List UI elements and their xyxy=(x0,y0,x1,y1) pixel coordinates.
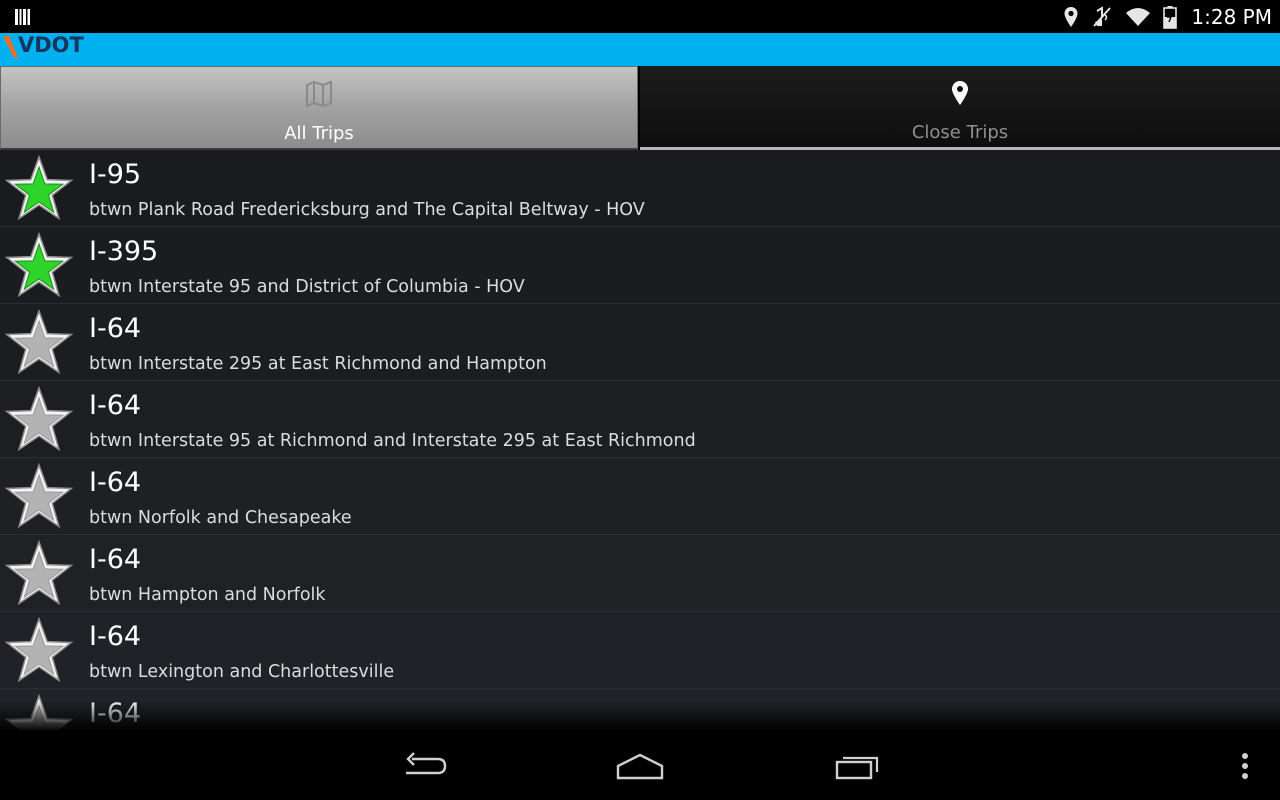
trip-description: btwn Plank Road Fredericksburg and The C… xyxy=(89,200,645,220)
trip-route: I-64 xyxy=(89,544,142,575)
tab-all-trips[interactable]: All Trips xyxy=(0,66,638,150)
home-button[interactable] xyxy=(610,748,670,784)
trip-description: btwn Lexington and Charlottesville xyxy=(89,662,395,682)
logo-text: VDOT xyxy=(18,33,84,57)
trip-route: I-95 xyxy=(89,159,142,190)
favorite-star-icon[interactable] xyxy=(4,539,74,607)
tab-all-trips-label: All Trips xyxy=(284,123,354,144)
trip-description: btwn Norfolk and Chesapeake xyxy=(89,508,352,528)
trip-route: I-64 xyxy=(89,390,142,421)
tab-bar: All Trips Close Trips xyxy=(0,66,1280,150)
star-fill-default xyxy=(13,704,65,730)
app-header: VDOT xyxy=(0,33,1280,66)
trip-route: I-64 xyxy=(89,467,142,498)
tab-close-trips[interactable]: Close Trips xyxy=(640,66,1280,150)
status-icons: 1:28 PM xyxy=(1063,0,1272,33)
favorite-star-icon[interactable] xyxy=(4,693,74,730)
recent-apps-button[interactable] xyxy=(827,748,887,784)
favorite-star-icon[interactable] xyxy=(4,308,74,376)
trip-route: I-395 xyxy=(89,236,159,267)
navigation-bar xyxy=(0,730,1280,800)
favorite-star-icon[interactable] xyxy=(4,385,74,453)
recent-apps-icon xyxy=(835,756,879,780)
trip-row[interactable]: I-64 btwn Lexington and Charlottesville xyxy=(0,612,1280,689)
mute-icon xyxy=(1093,5,1112,27)
location-icon xyxy=(1064,6,1078,27)
barcode-icon xyxy=(15,9,30,25)
trip-description: btwn Interstate 95 at Richmond and Inter… xyxy=(89,431,696,451)
trip-row[interactable]: I-64 btwn Hampton and Norfolk xyxy=(0,535,1280,612)
trip-description: btwn Interstate 95 and District of Colum… xyxy=(89,277,525,297)
trip-row[interactable]: I-395 btwn Interstate 95 and District of… xyxy=(0,227,1280,304)
wifi-icon xyxy=(1126,7,1151,26)
vdot-logo: VDOT xyxy=(2,33,84,66)
trip-row[interactable]: I-64 btwn Interstate 95 at Richmond and … xyxy=(0,381,1280,458)
overflow-menu-icon xyxy=(1242,753,1248,779)
battery-icon xyxy=(1163,5,1178,29)
trip-route: I-64 xyxy=(89,621,142,652)
trip-description: btwn Hampton and Norfolk xyxy=(89,585,326,605)
trip-list: I-95 btwn Plank Road Fredericksburg and … xyxy=(0,150,1280,730)
overflow-menu-button[interactable] xyxy=(1215,748,1275,784)
trip-row[interactable]: I-64 btwn Interstate 295 at East Richmon… xyxy=(0,304,1280,381)
trip-description: btwn Interstate 295 at East Richmond and… xyxy=(89,354,547,374)
trip-route: I-64 xyxy=(89,698,142,729)
back-icon xyxy=(406,752,447,775)
status-bar: 1:28 PM xyxy=(0,0,1280,33)
status-time: 1:28 PM xyxy=(1191,4,1272,29)
trip-row[interactable]: I-64 xyxy=(0,689,1280,730)
favorite-star-icon[interactable] xyxy=(4,616,74,684)
location-pin-icon xyxy=(952,81,968,105)
trip-row[interactable]: I-64 btwn Norfolk and Chesapeake xyxy=(0,458,1280,535)
back-button[interactable] xyxy=(394,748,454,784)
trip-row[interactable]: I-95 btwn Plank Road Fredericksburg and … xyxy=(0,150,1280,227)
map-icon xyxy=(306,80,332,108)
trip-route: I-64 xyxy=(89,313,142,344)
app-screen: 1:28 PM VDOT All Trips Close Trips I-95 … xyxy=(0,0,1280,800)
home-icon xyxy=(616,753,664,780)
favorite-star-icon[interactable] xyxy=(4,231,74,299)
favorite-star-icon[interactable] xyxy=(4,154,74,222)
tab-close-trips-label: Close Trips xyxy=(911,122,1009,143)
favorite-star-icon[interactable] xyxy=(4,462,74,530)
